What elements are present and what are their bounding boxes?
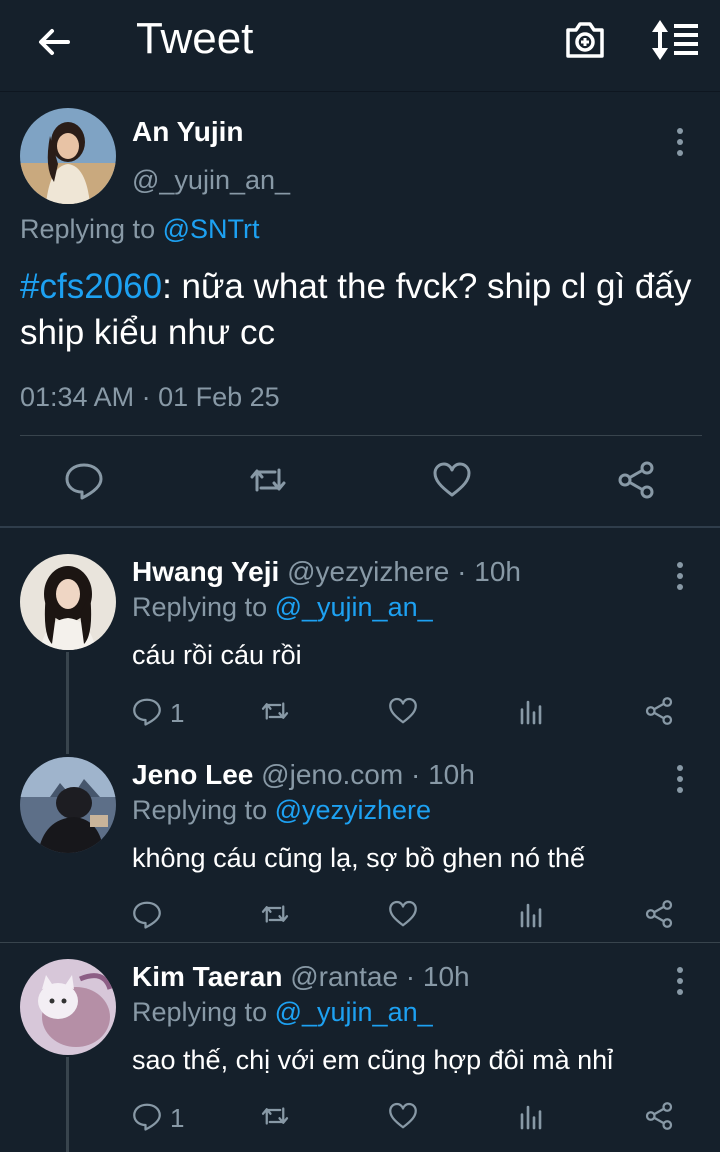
more-options-icon[interactable]	[674, 126, 686, 158]
reply-header: Jeno Lee @jeno.com · 10h	[132, 759, 475, 791]
author-name[interactable]: Kim Taeran	[132, 961, 282, 992]
reply-text: không cáu cũng lạ, sợ bồ ghen nó thế	[132, 843, 586, 873]
reply-header: Kim Taeran @rantae · 10h	[132, 961, 470, 993]
author-meta: @jeno.com · 10h	[253, 759, 475, 790]
reply-tweet[interactable]: Kim Taeran @rantae · 10h Replying to @_y…	[0, 935, 720, 1152]
reply-tweet[interactable]: Hwang Yeji @yezyizhere · 10h Replying to…	[0, 530, 720, 754]
retweet-icon[interactable]	[260, 899, 290, 929]
retweet-icon[interactable]	[260, 1101, 290, 1131]
replying-to: Replying to @_yujin_an_	[132, 592, 433, 623]
avatar[interactable]	[20, 757, 116, 853]
author-meta: @yezyizhere · 10h	[279, 556, 521, 587]
more-options-icon[interactable]	[674, 560, 686, 592]
reply-icon[interactable]	[132, 1101, 162, 1131]
avatar[interactable]	[20, 108, 116, 204]
tweet-text: #cfs2060: nữa what the fvck? ship cl gì …	[20, 264, 710, 356]
reply-icon[interactable]	[132, 899, 162, 929]
reply-text: cáu rồi cáu rồi	[132, 640, 302, 670]
share-icon[interactable]	[644, 1101, 674, 1131]
hashtag-link[interactable]: #cfs2060	[20, 267, 162, 306]
reply-text: sao thế, chị với em cũng hợp đôi mà nhỉ	[132, 1045, 614, 1075]
more-options-icon[interactable]	[674, 763, 686, 795]
reply-count: 1	[170, 1103, 185, 1133]
replying-to-link[interactable]: @_yujin_an_	[275, 997, 433, 1027]
author-name[interactable]: An Yujin	[132, 116, 244, 148]
share-icon[interactable]	[644, 899, 674, 929]
replying-prefix: Replying to	[132, 795, 275, 825]
reply-count: 1	[170, 698, 185, 728]
back-arrow-icon[interactable]	[34, 22, 74, 62]
thread-line	[66, 1057, 69, 1152]
replying-prefix: Replying to	[132, 592, 275, 622]
author-meta: @rantae · 10h	[282, 961, 470, 992]
replying-to: Replying to @SNTrt	[20, 214, 260, 245]
analytics-icon[interactable]	[516, 1101, 546, 1131]
like-icon[interactable]	[432, 460, 472, 500]
main-tweet: An Yujin @_yujin_an_ Replying to @SNTrt …	[0, 92, 720, 528]
author-name[interactable]: Jeno Lee	[132, 759, 253, 790]
retweet-icon[interactable]	[248, 460, 288, 500]
top-bar: Tweet	[0, 0, 720, 92]
like-icon[interactable]	[388, 696, 418, 726]
timestamp: 01:34 AM · 01 Feb 25	[20, 382, 280, 412]
avatar[interactable]	[20, 554, 116, 650]
share-icon[interactable]	[616, 460, 656, 500]
camera-plus-icon[interactable]	[562, 16, 608, 62]
like-icon[interactable]	[388, 1101, 418, 1131]
share-icon[interactable]	[644, 696, 674, 726]
reply-header: Hwang Yeji @yezyizhere · 10h	[132, 556, 521, 588]
avatar[interactable]	[20, 959, 116, 1055]
replying-prefix: Replying to	[20, 214, 163, 244]
page-title: Tweet	[136, 14, 254, 63]
retweet-icon[interactable]	[260, 696, 290, 726]
sort-list-icon[interactable]	[650, 18, 700, 62]
reply-icon[interactable]	[132, 696, 162, 726]
replying-to: Replying to @yezyizhere	[132, 795, 431, 826]
reply-tweet[interactable]: Jeno Lee @jeno.com · 10h Replying to @ye…	[0, 733, 720, 943]
author-name[interactable]: Hwang Yeji	[132, 556, 279, 587]
more-options-icon[interactable]	[674, 965, 686, 997]
replying-to-link[interactable]: @yezyizhere	[275, 795, 431, 825]
replying-prefix: Replying to	[132, 997, 275, 1027]
replying-to: Replying to @_yujin_an_	[132, 997, 433, 1028]
reply-icon[interactable]	[64, 460, 104, 500]
replying-to-link[interactable]: @SNTrt	[163, 214, 260, 244]
divider	[20, 435, 702, 436]
replying-to-link[interactable]: @_yujin_an_	[275, 592, 433, 622]
analytics-icon[interactable]	[516, 696, 546, 726]
like-icon[interactable]	[388, 899, 418, 929]
analytics-icon[interactable]	[516, 899, 546, 929]
author-handle[interactable]: @_yujin_an_	[132, 165, 290, 196]
